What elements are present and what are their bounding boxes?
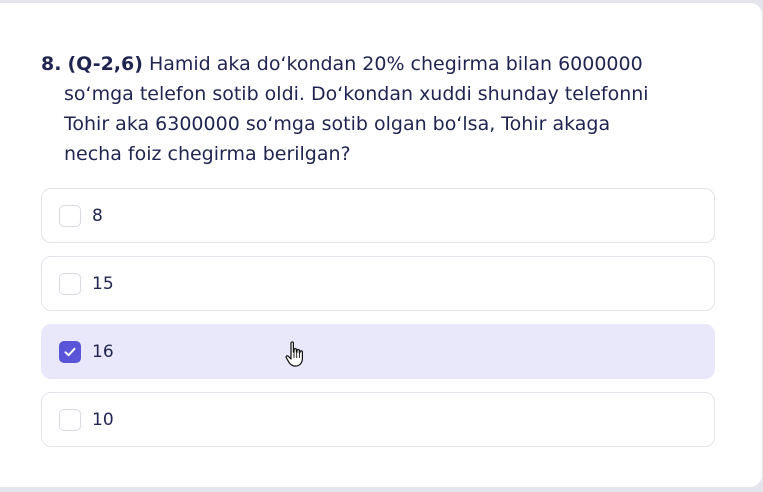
question-line-1: Hamid aka do‘kondan 20% chegirma bilan 6… (148, 53, 643, 75)
question-text: 8. (Q-2,6) Hamid aka do‘kondan 20% chegi… (41, 49, 721, 169)
question-line-4: necha foiz chegirma berilgan? (64, 143, 351, 165)
option-10[interactable]: 10 (41, 392, 715, 447)
option-checkbox[interactable] (59, 272, 81, 295)
answer-options: 8 15 16 10 (41, 188, 715, 460)
option-8[interactable]: 8 (41, 188, 715, 243)
question-code: (Q-2,6) (67, 53, 143, 75)
question-line-2: so‘mga telefon sotib oldi. Do‘kondan xud… (64, 83, 649, 105)
option-label: 15 (92, 273, 114, 294)
option-checkbox[interactable] (59, 204, 81, 227)
option-checkbox-checked[interactable] (59, 340, 81, 363)
question-line-3: Tohir aka 6300000 so‘mga sotib olgan bo‘… (64, 113, 611, 135)
option-label: 10 (92, 409, 114, 430)
hand-pointer-icon (285, 341, 303, 367)
option-label: 16 (92, 341, 114, 362)
option-checkbox[interactable] (59, 408, 81, 431)
check-icon (64, 347, 76, 356)
option-label: 8 (92, 205, 103, 226)
question-card: 8. (Q-2,6) Hamid aka do‘kondan 20% chegi… (0, 3, 762, 487)
question-number: 8. (41, 53, 62, 75)
option-16[interactable]: 16 (41, 324, 715, 379)
option-15[interactable]: 15 (41, 256, 715, 311)
